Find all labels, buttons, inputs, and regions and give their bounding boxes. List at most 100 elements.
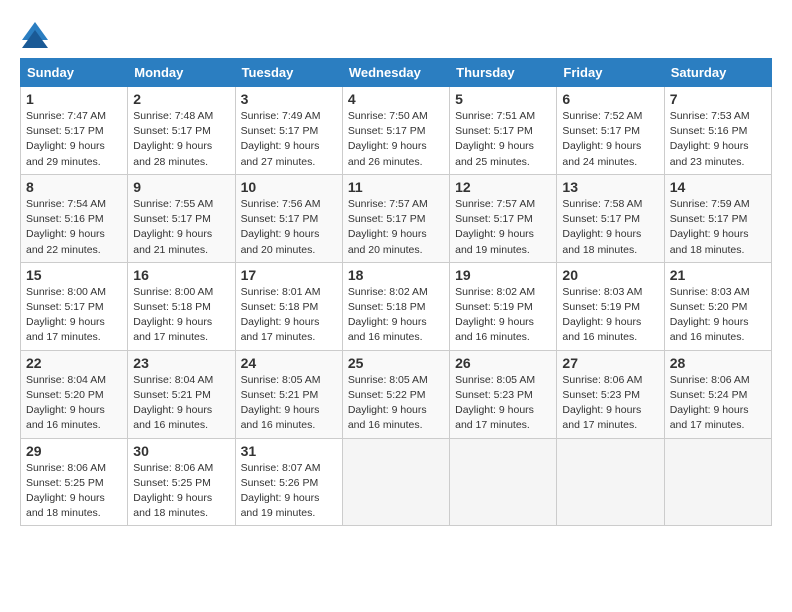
logo-icon xyxy=(20,20,48,48)
day-number: 10 xyxy=(241,179,337,195)
empty-cell xyxy=(557,438,664,526)
day-info: Sunrise: 8:05 AMSunset: 5:21 PMDaylight:… xyxy=(241,373,337,434)
day-cell-20: 20 Sunrise: 8:03 AMSunset: 5:19 PMDayligh… xyxy=(557,262,664,350)
day-cell-27: 27 Sunrise: 8:06 AMSunset: 5:23 PMDayligh… xyxy=(557,350,664,438)
day-info: Sunrise: 8:07 AMSunset: 5:26 PMDaylight:… xyxy=(241,461,337,522)
calendar-table: SundayMondayTuesdayWednesdayThursdayFrid… xyxy=(20,58,772,526)
day-cell-6: 6 Sunrise: 7:52 AMSunset: 5:17 PMDaylight… xyxy=(557,87,664,175)
day-number: 13 xyxy=(562,179,658,195)
day-number: 31 xyxy=(241,443,337,459)
empty-cell xyxy=(450,438,557,526)
day-number: 5 xyxy=(455,91,551,107)
day-info: Sunrise: 8:05 AMSunset: 5:22 PMDaylight:… xyxy=(348,373,444,434)
day-info: Sunrise: 7:47 AMSunset: 5:17 PMDaylight:… xyxy=(26,109,122,170)
day-number: 21 xyxy=(670,267,766,283)
calendar-header: SundayMondayTuesdayWednesdayThursdayFrid… xyxy=(21,59,772,87)
header-monday: Monday xyxy=(128,59,235,87)
day-cell-22: 22Sunrise: 8:04 AMSunset: 5:20 PMDayligh… xyxy=(21,350,128,438)
day-info: Sunrise: 7:52 AMSunset: 5:17 PMDaylight:… xyxy=(562,109,658,170)
day-number: 29 xyxy=(26,443,122,459)
day-number: 12 xyxy=(455,179,551,195)
day-cell-17: 17 Sunrise: 8:01 AMSunset: 5:18 PMDayligh… xyxy=(235,262,342,350)
day-number: 11 xyxy=(348,179,444,195)
day-info: Sunrise: 7:56 AMSunset: 5:17 PMDaylight:… xyxy=(241,197,337,258)
day-cell-3: 3Sunrise: 7:49 AMSunset: 5:17 PMDaylight… xyxy=(235,87,342,175)
day-cell-30: 30 Sunrise: 8:06 AMSunset: 5:25 PMDayligh… xyxy=(128,438,235,526)
week-row-2: 8 Sunrise: 7:54 AMSunset: 5:16 PMDaylight… xyxy=(21,174,772,262)
logo xyxy=(20,20,52,48)
day-cell-13: 13 Sunrise: 7:58 AMSunset: 5:17 PMDayligh… xyxy=(557,174,664,262)
day-info: Sunrise: 7:57 AMSunset: 5:17 PMDaylight:… xyxy=(455,197,551,258)
header-tuesday: Tuesday xyxy=(235,59,342,87)
page-header xyxy=(20,20,772,48)
empty-cell xyxy=(664,438,771,526)
header-friday: Friday xyxy=(557,59,664,87)
day-number: 14 xyxy=(670,179,766,195)
day-cell-2: 2 Sunrise: 7:48 AMSunset: 5:17 PMDaylight… xyxy=(128,87,235,175)
day-cell-11: 11 Sunrise: 7:57 AMSunset: 5:17 PMDayligh… xyxy=(342,174,449,262)
day-number: 4 xyxy=(348,91,444,107)
day-cell-12: 12 Sunrise: 7:57 AMSunset: 5:17 PMDayligh… xyxy=(450,174,557,262)
day-info: Sunrise: 7:48 AMSunset: 5:17 PMDaylight:… xyxy=(133,109,229,170)
day-cell-29: 29 Sunrise: 8:06 AMSunset: 5:25 PMDayligh… xyxy=(21,438,128,526)
header-thursday: Thursday xyxy=(450,59,557,87)
day-cell-4: 4 Sunrise: 7:50 AMSunset: 5:17 PMDaylight… xyxy=(342,87,449,175)
day-number: 17 xyxy=(241,267,337,283)
header-saturday: Saturday xyxy=(664,59,771,87)
day-cell-18: 18Sunrise: 8:02 AMSunset: 5:18 PMDayligh… xyxy=(342,262,449,350)
day-info: Sunrise: 7:53 AMSunset: 5:16 PMDaylight:… xyxy=(670,109,766,170)
day-info: Sunrise: 8:06 AMSunset: 5:24 PMDaylight:… xyxy=(670,373,766,434)
day-info: Sunrise: 7:54 AMSunset: 5:16 PMDaylight:… xyxy=(26,197,122,258)
day-info: Sunrise: 8:04 AMSunset: 5:20 PMDaylight:… xyxy=(26,373,122,434)
day-cell-24: 24 Sunrise: 8:05 AMSunset: 5:21 PMDayligh… xyxy=(235,350,342,438)
day-info: Sunrise: 7:51 AMSunset: 5:17 PMDaylight:… xyxy=(455,109,551,170)
day-cell-9: 9 Sunrise: 7:55 AMSunset: 5:17 PMDaylight… xyxy=(128,174,235,262)
day-cell-21: 21 Sunrise: 8:03 AMSunset: 5:20 PMDayligh… xyxy=(664,262,771,350)
day-number: 6 xyxy=(562,91,658,107)
day-number: 9 xyxy=(133,179,229,195)
day-cell-1: 1 Sunrise: 7:47 AMSunset: 5:17 PMDaylight… xyxy=(21,87,128,175)
day-cell-8: 8 Sunrise: 7:54 AMSunset: 5:16 PMDaylight… xyxy=(21,174,128,262)
day-info: Sunrise: 8:06 AMSunset: 5:25 PMDaylight:… xyxy=(26,461,122,522)
day-number: 18 xyxy=(348,267,444,283)
week-row-5: 29 Sunrise: 8:06 AMSunset: 5:25 PMDayligh… xyxy=(21,438,772,526)
day-cell-19: 19Sunrise: 8:02 AMSunset: 5:19 PMDayligh… xyxy=(450,262,557,350)
day-number: 8 xyxy=(26,179,122,195)
day-info: Sunrise: 8:00 AMSunset: 5:18 PMDaylight:… xyxy=(133,285,229,346)
day-info: Sunrise: 7:50 AMSunset: 5:17 PMDaylight:… xyxy=(348,109,444,170)
day-cell-14: 14 Sunrise: 7:59 AMSunset: 5:17 PMDayligh… xyxy=(664,174,771,262)
day-number: 7 xyxy=(670,91,766,107)
day-cell-15: 15Sunrise: 8:00 AMSunset: 5:17 PMDayligh… xyxy=(21,262,128,350)
week-row-3: 15Sunrise: 8:00 AMSunset: 5:17 PMDayligh… xyxy=(21,262,772,350)
day-info: Sunrise: 8:03 AMSunset: 5:20 PMDaylight:… xyxy=(670,285,766,346)
day-number: 16 xyxy=(133,267,229,283)
day-cell-31: 31 Sunrise: 8:07 AMSunset: 5:26 PMDayligh… xyxy=(235,438,342,526)
day-info: Sunrise: 8:01 AMSunset: 5:18 PMDaylight:… xyxy=(241,285,337,346)
day-cell-7: 7 Sunrise: 7:53 AMSunset: 5:16 PMDaylight… xyxy=(664,87,771,175)
day-number: 27 xyxy=(562,355,658,371)
header-wednesday: Wednesday xyxy=(342,59,449,87)
day-number: 23 xyxy=(133,355,229,371)
day-number: 19 xyxy=(455,267,551,283)
day-number: 30 xyxy=(133,443,229,459)
day-number: 1 xyxy=(26,91,122,107)
day-info: Sunrise: 7:55 AMSunset: 5:17 PMDaylight:… xyxy=(133,197,229,258)
day-info: Sunrise: 8:06 AMSunset: 5:25 PMDaylight:… xyxy=(133,461,229,522)
day-info: Sunrise: 7:59 AMSunset: 5:17 PMDaylight:… xyxy=(670,197,766,258)
day-info: Sunrise: 7:58 AMSunset: 5:17 PMDaylight:… xyxy=(562,197,658,258)
header-sunday: Sunday xyxy=(21,59,128,87)
day-number: 20 xyxy=(562,267,658,283)
day-number: 26 xyxy=(455,355,551,371)
day-cell-25: 25 Sunrise: 8:05 AMSunset: 5:22 PMDayligh… xyxy=(342,350,449,438)
day-number: 2 xyxy=(133,91,229,107)
day-cell-5: 5 Sunrise: 7:51 AMSunset: 5:17 PMDaylight… xyxy=(450,87,557,175)
day-number: 24 xyxy=(241,355,337,371)
day-cell-28: 28Sunrise: 8:06 AMSunset: 5:24 PMDayligh… xyxy=(664,350,771,438)
week-row-4: 22Sunrise: 8:04 AMSunset: 5:20 PMDayligh… xyxy=(21,350,772,438)
day-info: Sunrise: 8:03 AMSunset: 5:19 PMDaylight:… xyxy=(562,285,658,346)
empty-cell xyxy=(342,438,449,526)
day-info: Sunrise: 8:06 AMSunset: 5:23 PMDaylight:… xyxy=(562,373,658,434)
day-number: 25 xyxy=(348,355,444,371)
day-info: Sunrise: 7:57 AMSunset: 5:17 PMDaylight:… xyxy=(348,197,444,258)
day-info: Sunrise: 8:00 AMSunset: 5:17 PMDaylight:… xyxy=(26,285,122,346)
